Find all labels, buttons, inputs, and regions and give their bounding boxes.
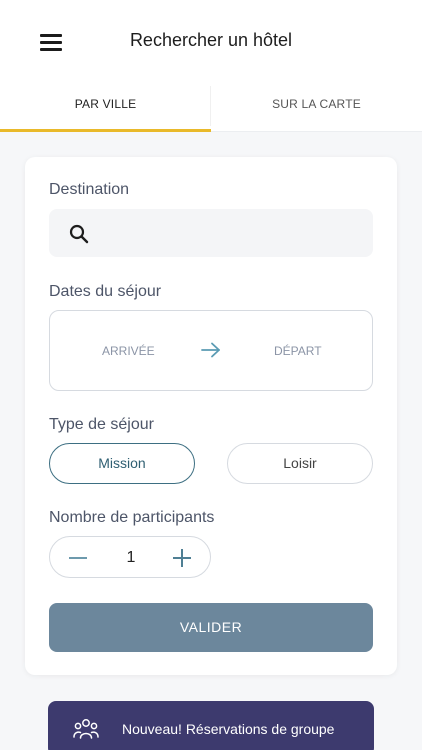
departure-date[interactable]: DÉPART	[274, 344, 322, 358]
participants-stepper: 1	[49, 536, 211, 578]
search-form-card: Destination Dates du séjour ARRIVÉE DÉPA…	[25, 157, 397, 675]
app-header: Rechercher un hôtel	[0, 0, 422, 80]
group-reservations-banner[interactable]: Nouveau! Réservations de groupe	[48, 701, 374, 750]
arrival-date[interactable]: ARRIVÉE	[102, 344, 155, 358]
tab-sur-la-carte[interactable]: SUR LA CARTE	[211, 80, 422, 132]
stay-type-mission-button[interactable]: Mission	[49, 443, 195, 484]
participants-label: Nombre de participants	[49, 509, 215, 526]
search-icon	[69, 224, 89, 244]
dates-picker[interactable]: ARRIVÉE DÉPART	[49, 310, 373, 391]
plus-icon[interactable]	[170, 546, 194, 570]
destination-search-box[interactable]	[49, 209, 373, 257]
submit-button[interactable]: VALIDER	[49, 603, 373, 652]
destination-input[interactable]	[101, 209, 361, 257]
minus-icon[interactable]	[66, 547, 90, 567]
page-title: Rechercher un hôtel	[129, 30, 293, 50]
destination-label: Destination	[49, 181, 130, 198]
group-people-icon	[73, 719, 99, 739]
search-mode-tabs: PAR VILLE SUR LA CARTE	[0, 80, 422, 132]
arrow-right-icon	[201, 342, 220, 358]
participants-count: 1	[126, 549, 136, 566]
stay-type-label: Type de séjour	[49, 416, 154, 433]
tab-par-ville[interactable]: PAR VILLE	[0, 80, 211, 132]
stay-type-loisir-button[interactable]: Loisir	[227, 443, 373, 484]
dates-label: Dates du séjour	[49, 283, 162, 300]
group-banner-text: Nouveau! Réservations de groupe	[122, 721, 335, 737]
